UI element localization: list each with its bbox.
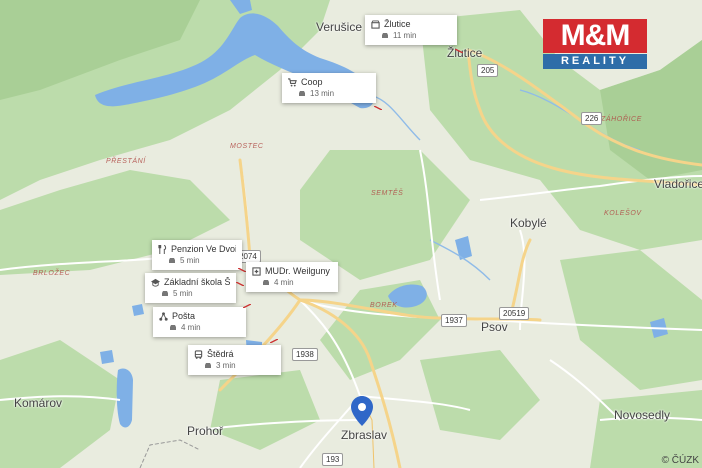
area-label-mostec: MOSTEC — [230, 143, 264, 150]
area-label-prestani: PŘESTÁNÍ — [106, 158, 146, 165]
road-number-20519: 20519 — [499, 307, 530, 320]
poi-travel-time: 4 min — [181, 323, 201, 332]
restaurant-icon — [158, 244, 167, 254]
mm-reality-logo: M&M REALITY — [543, 19, 647, 69]
location-pin-icon[interactable] — [351, 396, 373, 426]
poi-card-mudr-weilguny[interactable]: MUDr. Weilguny Iva 4 min — [246, 262, 338, 292]
road-number-1937: 1937 — [441, 314, 467, 327]
place-label-zbraslav: Zbraslav — [341, 428, 388, 442]
place-label-psov: Psov — [481, 320, 508, 334]
school-icon — [151, 278, 160, 287]
place-label-vladorice: Vladořice — [654, 177, 702, 191]
place-label-prohor: Prohoř — [187, 424, 224, 438]
area-label-kolesov: KOLEŠOV — [604, 210, 642, 217]
road-number-205: 205 — [477, 64, 499, 77]
poi-card-stedra[interactable]: Štědrá 3 min — [188, 345, 281, 375]
road-number-193: 193 — [322, 453, 344, 466]
post-icon — [159, 311, 168, 321]
area-label-brlozec: BRLOŽEC — [33, 270, 71, 277]
car-icon — [170, 325, 176, 330]
poi-card-posta[interactable]: Pošta 4 min — [153, 307, 246, 337]
poi-travel-time: 5 min — [173, 289, 193, 298]
bus-icon — [194, 349, 203, 359]
area-label-borek: BOREK — [370, 302, 398, 309]
shop-icon — [371, 19, 380, 29]
cart-icon — [288, 77, 297, 87]
poi-card-penzion[interactable]: Penzion Ve Dvoře... 5 min — [152, 240, 242, 270]
map-attribution[interactable]: © ČÚZK — [662, 455, 699, 466]
poi-pointer — [236, 282, 244, 286]
poi-pointer — [243, 304, 251, 308]
poi-pointer — [270, 339, 278, 343]
logo-bottom-text: REALITY — [543, 54, 647, 69]
place-label-verusice: Verušice — [316, 20, 363, 34]
poi-pointer — [455, 49, 463, 53]
medical-icon — [252, 266, 261, 276]
poi-card-zakladni-skola[interactable]: Základní škola Št... 5 min — [145, 273, 236, 303]
place-label-zlutice: Žlutice — [447, 46, 483, 60]
place-label-komarov: Komárov — [14, 396, 63, 410]
poi-travel-time: 13 min — [310, 89, 335, 98]
poi-card-zlutice[interactable]: Žlutice 11 min — [365, 15, 457, 45]
poi-travel-time: 5 min — [180, 256, 200, 265]
poi-name: Základní škola Št... — [164, 277, 230, 287]
poi-pointer — [238, 268, 246, 272]
car-icon — [169, 258, 175, 263]
place-label-kobyle: Kobylé — [510, 216, 547, 230]
car-icon — [263, 280, 269, 285]
car-icon — [299, 91, 305, 96]
road-number-1938: 1938 — [292, 348, 318, 361]
place-label-novosedly: Novosedly — [614, 408, 671, 422]
area-label-semtes: SEMTĚŠ — [371, 190, 404, 197]
map[interactable]: Verušice Žlutice Vladořice Kobylé Psov K… — [0, 0, 702, 468]
poi-pointer — [374, 106, 382, 110]
logo-top-text: M&M — [543, 19, 647, 53]
poi-travel-time: 4 min — [274, 278, 294, 287]
poi-name: Coop — [301, 77, 323, 87]
area-label-zahorice: ZÁHOŘICE — [601, 116, 642, 123]
car-icon — [382, 33, 388, 38]
car-icon — [162, 291, 168, 296]
car-icon — [205, 363, 211, 368]
poi-name: MUDr. Weilguny Iva — [265, 266, 332, 276]
poi-name: Pošta — [172, 311, 196, 321]
road-number-226: 226 — [581, 112, 603, 125]
poi-name: Štědrá — [207, 349, 234, 359]
poi-travel-time: 3 min — [216, 361, 236, 370]
poi-name: Žlutice — [384, 19, 411, 29]
poi-name: Penzion Ve Dvoře... — [171, 244, 236, 254]
poi-travel-time: 11 min — [393, 31, 417, 40]
poi-card-coop[interactable]: Coop 13 min — [282, 73, 376, 103]
